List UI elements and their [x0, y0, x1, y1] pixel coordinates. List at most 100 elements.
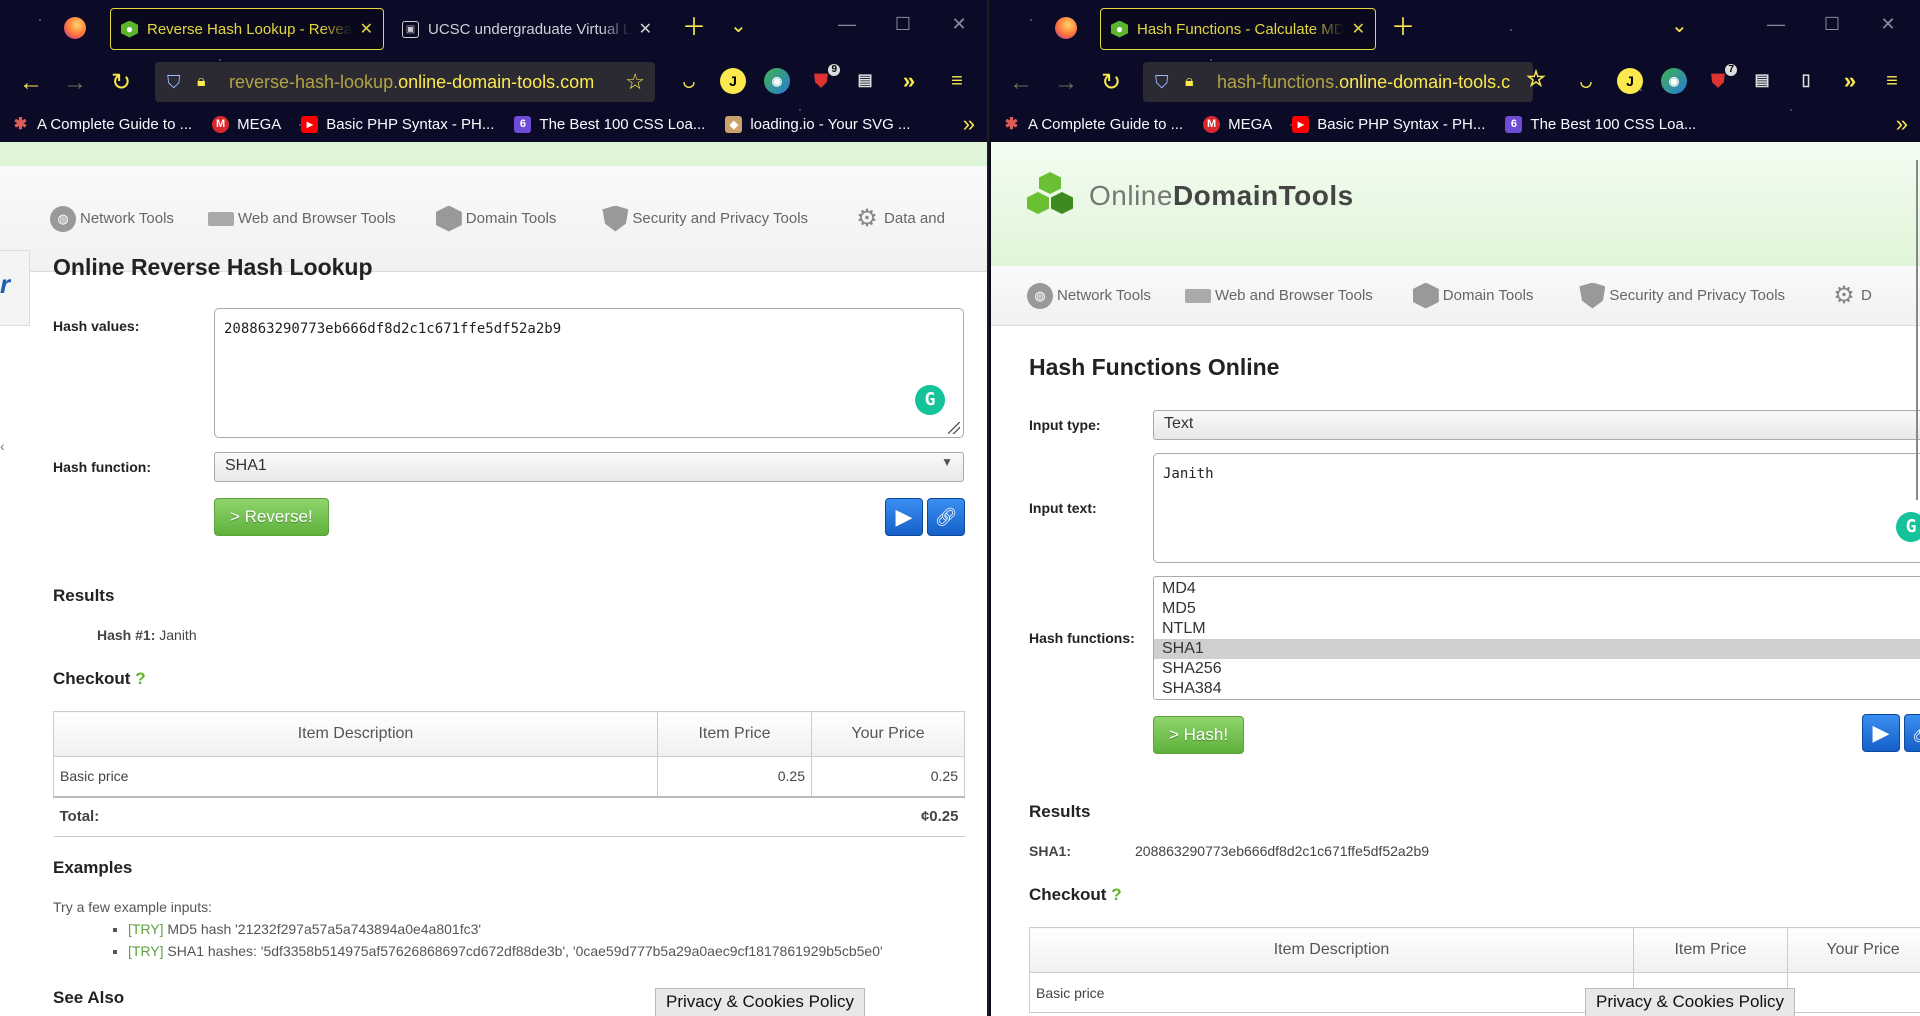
pocket-icon[interactable]: ◡ [676, 68, 702, 94]
resize-handle-icon[interactable] [948, 422, 960, 434]
nav-domain-tools[interactable]: Domain Tools [435, 205, 556, 232]
nav-data-tools[interactable]: ⚙ D [1831, 282, 1872, 309]
hash-function-select[interactable]: SHA1 ▼ [214, 452, 964, 482]
bookmarks-overflow-icon[interactable]: » [963, 111, 975, 137]
firefox-icon[interactable]: ff [64, 17, 86, 39]
lock-icon[interactable]: 🔒︎ [197, 73, 217, 91]
nav-domain-tools[interactable]: Domain Tools [1412, 282, 1533, 309]
translate-ext-icon[interactable]: ◉ [1661, 68, 1687, 94]
ublock-icon[interactable]: ⛊ 7 [1705, 64, 1737, 94]
bookmark-item[interactable]: M MEGA [1203, 115, 1272, 133]
checkout-heading: Checkout ? [53, 669, 146, 688]
tab-reverse-hash[interactable]: ● Reverse Hash Lookup - Reveal p ✕ [110, 8, 384, 50]
grammarly-icon[interactable]: G [1896, 512, 1920, 542]
document-icon[interactable]: ▯ [1793, 68, 1819, 94]
privacy-policy-button[interactable]: Privacy & Cookies Policy [1585, 988, 1796, 1016]
reload-icon[interactable]: ↻ [106, 68, 136, 98]
close-window-icon[interactable]: ✕ [1873, 14, 1903, 35]
close-window-icon[interactable]: ✕ [944, 14, 974, 35]
listbox-option[interactable]: MD5 [1154, 599, 1920, 619]
bookmark-item[interactable]: ▶ Basic PHP Syntax - PH... [1292, 115, 1485, 133]
menu-icon[interactable]: ≡ [944, 68, 970, 94]
bookmark-item[interactable]: ✱ A Complete Guide to ... [1003, 116, 1183, 134]
maximize-icon[interactable]: ☐ [888, 14, 918, 35]
bookmark-star-icon[interactable]: ☆ [1523, 66, 1549, 92]
url-bar[interactable]: ⛉ 🔒︎ hash-functions.online-domain-tools.… [1143, 62, 1533, 102]
side-widget[interactable]: r [0, 250, 30, 326]
tracking-shield-icon[interactable]: ⛉ [1155, 72, 1175, 93]
bookmark-item[interactable]: ✱ A Complete Guide to ... [12, 116, 192, 134]
list-tabs-icon[interactable]: ⌄ [730, 14, 747, 38]
listbox-option[interactable]: SHA384 [1154, 679, 1920, 699]
listbox-option[interactable]: SHA1 [1154, 639, 1920, 659]
extension-icon[interactable]: ▤ [1749, 68, 1775, 94]
side-arrow-icon[interactable]: ‹ [0, 438, 5, 454]
close-tab-icon[interactable]: ✕ [360, 19, 373, 39]
forward-icon[interactable]: → [60, 68, 90, 98]
new-tab-icon[interactable]: ＋ [682, 16, 706, 40]
bookmark-item[interactable]: ▶ Basic PHP Syntax - PH... [301, 115, 494, 133]
hash-values-textarea[interactable]: 208863290773eb666df8d2c1c671ffe5df52a2b9… [214, 308, 964, 438]
bookmark-item[interactable]: 6 The Best 100 CSS Loa... [1505, 115, 1696, 133]
list-tabs-icon[interactable]: ⌄ [1671, 14, 1688, 38]
back-icon[interactable]: ← [16, 68, 46, 98]
forward-icon[interactable]: → [1051, 68, 1081, 98]
nav-security-tools[interactable]: Security and Privacy Tools [1579, 282, 1785, 309]
nav-web-browser-tools[interactable]: Web and Browser Tools [1184, 287, 1373, 304]
bookmark-item[interactable]: M MEGA [212, 115, 281, 133]
nav-network-tools[interactable]: ◍ Network Tools [1027, 282, 1151, 309]
privacy-policy-button[interactable]: Privacy & Cookies Policy [655, 988, 866, 1016]
try-link[interactable]: [TRY] [128, 943, 164, 959]
extension-icon[interactable]: ▤ [852, 68, 878, 94]
bookmarks-overflow-icon[interactable]: » [1896, 111, 1908, 137]
site-logo[interactable]: OnlineDomainTools [1027, 172, 1354, 220]
run-play-icon[interactable]: ▶ [885, 498, 923, 536]
pocket-icon[interactable]: ◡ [1573, 68, 1599, 94]
minimize-icon[interactable]: — [1761, 14, 1791, 35]
maximize-icon[interactable]: ☐ [1817, 14, 1847, 35]
firefox-icon[interactable]: ff [1055, 17, 1077, 39]
close-tab-icon[interactable]: ✕ [1352, 19, 1365, 39]
listbox-option[interactable]: MD4 [1154, 579, 1920, 599]
profile-avatar-icon[interactable]: J [720, 68, 746, 94]
bookmark-item[interactable]: 6 The Best 100 CSS Loa... [514, 115, 705, 133]
menu-icon[interactable]: ≡ [1879, 68, 1905, 94]
grammarly-icon[interactable]: G [915, 385, 945, 415]
back-icon[interactable]: ← [1006, 68, 1036, 98]
overflow-chevron-icon[interactable]: » [1837, 68, 1863, 94]
overflow-chevron-icon[interactable]: » [896, 68, 922, 94]
try-link[interactable]: [TRY] [128, 921, 164, 937]
link-chain-icon[interactable]: 🔗︎ [927, 498, 965, 536]
minimize-icon[interactable]: — [832, 14, 862, 35]
link-chain-icon[interactable]: 🔗︎ [1904, 714, 1920, 752]
bookmark-item[interactable]: ◆ loading.io - Your SVG ... [725, 115, 910, 133]
scrollbar[interactable] [1916, 160, 1918, 500]
lock-icon[interactable]: 🔒︎ [1185, 73, 1205, 91]
help-icon[interactable]: ? [135, 669, 145, 688]
tracking-shield-icon[interactable]: ⛉ [167, 72, 187, 93]
url-bar[interactable]: ⛉ 🔒︎ reverse-hash-lookup.online-domain-t… [155, 62, 655, 102]
run-play-icon[interactable]: ▶ [1862, 714, 1900, 752]
nav-network-tools[interactable]: ◍ Network Tools [50, 205, 174, 232]
nav-security-tools[interactable]: Security and Privacy Tools [602, 205, 808, 232]
close-tab-icon[interactable]: ✕ [639, 19, 652, 39]
ublock-icon[interactable]: ⛊ 9 [808, 64, 840, 94]
reverse-button[interactable]: > Reverse! [214, 498, 329, 536]
tab-ucsc[interactable]: ▣ UCSC undergraduate Virtual Lea ✕ [392, 8, 662, 50]
input-type-select[interactable]: Text [1153, 410, 1920, 440]
translate-ext-icon[interactable]: ◉ [764, 68, 790, 94]
bookmark-star-icon[interactable]: ☆ [625, 69, 645, 95]
nav-data-tools[interactable]: ⚙ Data and [854, 205, 945, 232]
result-value[interactable]: 208863290773eb666df8d2c1c671ffe5df52a2b9 [1135, 843, 1429, 859]
reload-icon[interactable]: ↻ [1096, 68, 1126, 98]
listbox-option[interactable]: NTLM [1154, 619, 1920, 639]
hash-button[interactable]: > Hash! [1153, 716, 1245, 754]
profile-avatar-icon[interactable]: J [1617, 68, 1643, 94]
hash-functions-listbox[interactable]: MD4 MD5 NTLM SHA1 SHA256 SHA384 [1153, 576, 1920, 700]
new-tab-icon[interactable]: ＋ [1391, 16, 1415, 40]
help-icon[interactable]: ? [1111, 885, 1121, 904]
nav-web-browser-tools[interactable]: Web and Browser Tools [207, 210, 396, 227]
tab-hash-functions[interactable]: ● Hash Functions - Calculate MD5 ✕ [1100, 8, 1376, 50]
listbox-option[interactable]: SHA256 [1154, 659, 1920, 679]
input-text-textarea[interactable]: Janith G [1153, 453, 1920, 563]
